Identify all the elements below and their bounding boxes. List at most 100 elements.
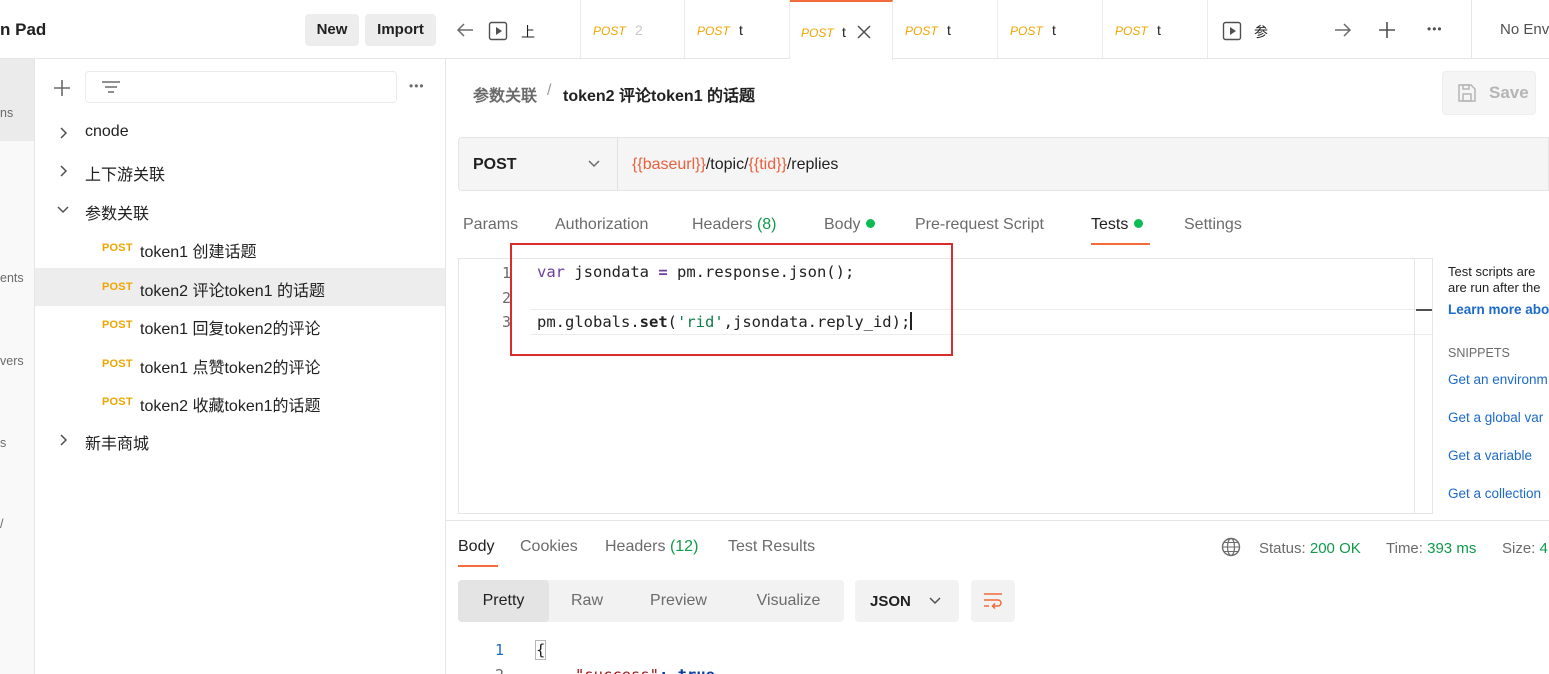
format-select[interactable]: JSON <box>855 580 959 622</box>
url-path: /topic/ <box>705 156 749 173</box>
tab-method: POST <box>801 26 834 40</box>
snippet-link[interactable]: Get a collection <box>1448 486 1541 501</box>
rail-item-collections[interactable]: ns <box>0 59 34 141</box>
response-tab-headers[interactable]: Headers (12) <box>605 538 698 556</box>
tree-item-cnode[interactable]: cnode <box>35 114 445 152</box>
scrollbar-marker <box>1416 309 1432 311</box>
environment-select[interactable]: No Env <box>1500 21 1549 38</box>
tab-params[interactable]: Params <box>463 216 518 234</box>
view-raw[interactable]: Raw <box>549 580 625 622</box>
response-tab-cookies[interactable]: Cookies <box>520 538 578 556</box>
collections-sidebar: ••• cnode 上下游关联 参数关联 POST token1 创建话题 PO… <box>35 59 446 674</box>
rail-item-monitors[interactable]: s <box>0 436 6 450</box>
wrap-lines-icon <box>984 593 1002 610</box>
view-preview[interactable]: Preview <box>628 580 729 622</box>
time-label: Time: <box>1386 540 1423 557</box>
json-line: "success": true <box>575 666 715 674</box>
tab-request[interactable]: POST t <box>893 0 998 58</box>
save-button[interactable]: Save <box>1442 71 1536 115</box>
tab-pre-request-script[interactable]: Pre-request Script <box>915 216 1044 234</box>
tab-name: 上 <box>521 24 535 40</box>
rail-item-history[interactable]: / <box>0 517 3 531</box>
tab-headers-label: Headers <box>692 216 753 233</box>
tab-headers[interactable]: Headers (8) <box>692 216 777 234</box>
forward-arrow-icon[interactable] <box>1334 22 1352 38</box>
filter-icon <box>102 81 120 93</box>
filter-input[interactable] <box>85 71 397 103</box>
divider <box>446 520 1549 521</box>
tabs-more-icon[interactable]: ••• <box>1427 22 1443 36</box>
request-item[interactable]: POST token1 回复token2的评论 <box>35 306 445 344</box>
new-tab-icon[interactable] <box>1378 21 1396 39</box>
size-label: Size: <box>1502 540 1536 557</box>
request-item-selected[interactable]: POST token2 评论token1 的话题 <box>35 268 445 306</box>
snippet-link[interactable]: Get a variable <box>1448 448 1532 463</box>
tab-body[interactable]: Body <box>824 216 876 234</box>
tab-tests[interactable]: Tests <box>1091 216 1144 234</box>
request-label: token1 回复token2的评论 <box>140 321 321 338</box>
tree-item-xinfeng[interactable]: 新丰商城 <box>35 421 445 459</box>
json-brace: { <box>534 640 547 660</box>
snippet-link[interactable]: Get an environm <box>1448 372 1548 387</box>
time-info[interactable]: Time: 393 ms <box>1386 540 1476 557</box>
globe-icon[interactable] <box>1221 537 1241 557</box>
response-tab-body[interactable]: Body <box>458 538 494 556</box>
runner-icon <box>1222 21 1242 41</box>
chevron-down-icon <box>588 160 600 168</box>
tab-request[interactable]: POST t <box>1103 0 1208 58</box>
tab-request[interactable]: POST 2 <box>581 0 685 58</box>
breadcrumb-parent[interactable]: 参数关联 <box>473 82 537 106</box>
tab-request-active[interactable]: POST t <box>790 0 893 60</box>
view-visualize[interactable]: Visualize <box>733 580 844 622</box>
import-button[interactable]: Import <box>365 14 436 46</box>
chevron-right-icon <box>60 165 68 177</box>
response-body-viewer[interactable]: 1 2 { "success": true <box>458 638 1549 674</box>
tab-request[interactable]: POST t <box>998 0 1103 58</box>
request-label: token2 评论token1 的话题 <box>140 283 325 300</box>
tree-item-label: 新丰商城 <box>85 436 150 453</box>
tab-authorization[interactable]: Authorization <box>555 216 648 234</box>
status-info: Status: 200 OK <box>1259 540 1361 557</box>
learn-more-link[interactable]: Learn more abo <box>1448 302 1549 317</box>
tab-request[interactable]: POST t <box>685 0 790 58</box>
url-path-end: /replies <box>786 156 839 173</box>
method-badge: POST <box>102 396 133 408</box>
tab-settings[interactable]: Settings <box>1184 216 1242 234</box>
add-icon[interactable] <box>51 77 73 99</box>
tab-name: t <box>947 22 951 38</box>
tab-runner[interactable]: 参 <box>1208 0 1308 58</box>
url-bar: POST {{baseurl}}/topic/{{tid}}/replies <box>458 137 1549 191</box>
workspace-title: n Pad <box>0 20 47 39</box>
left-rail: ns ents vers s / <box>0 59 35 674</box>
method-select[interactable]: POST <box>459 138 618 190</box>
url-input[interactable]: {{baseurl}}/topic/{{tid}}/replies <box>632 156 838 174</box>
scrollbar-track[interactable] <box>1414 259 1415 513</box>
wrap-lines-button[interactable] <box>971 580 1015 622</box>
line-number: 2 <box>501 289 511 307</box>
back-arrow-icon[interactable] <box>456 22 474 38</box>
tree-item-upstream[interactable]: 上下游关联 <box>35 152 445 190</box>
size-info[interactable]: Size: 4 <box>1502 540 1548 557</box>
tree-item-param-folder[interactable]: 参数关联 <box>35 191 445 229</box>
rail-item-mock-servers[interactable]: vers <box>0 354 24 368</box>
snippets-intro: are run after the <box>1448 280 1541 295</box>
rail-item-environments[interactable]: ents <box>0 271 24 285</box>
request-item[interactable]: POST token1 点赞token2的评论 <box>35 345 445 383</box>
tab-runner[interactable]: 上 <box>480 0 581 58</box>
url-variable-tid: {{tid}} <box>748 156 787 173</box>
close-icon[interactable] <box>856 24 872 40</box>
view-pretty[interactable]: Pretty <box>458 580 549 622</box>
tab-name: t <box>842 24 846 40</box>
sidebar-more-icon[interactable]: ••• <box>409 79 425 93</box>
headers-count: (8) <box>756 216 777 233</box>
new-button[interactable]: New <box>305 14 359 46</box>
url-variable-baseurl: {{baseurl}} <box>632 156 706 173</box>
snippet-link[interactable]: Get a global var <box>1448 410 1543 425</box>
request-item[interactable]: POST token2 收藏token1的话题 <box>35 383 445 421</box>
tab-name: t <box>1052 22 1056 38</box>
response-tab-test-results[interactable]: Test Results <box>728 538 815 556</box>
divider <box>1471 0 1472 58</box>
chevron-down-icon <box>929 597 941 605</box>
status-label: Status: <box>1259 540 1306 557</box>
request-item[interactable]: POST token1 创建话题 <box>35 229 445 267</box>
